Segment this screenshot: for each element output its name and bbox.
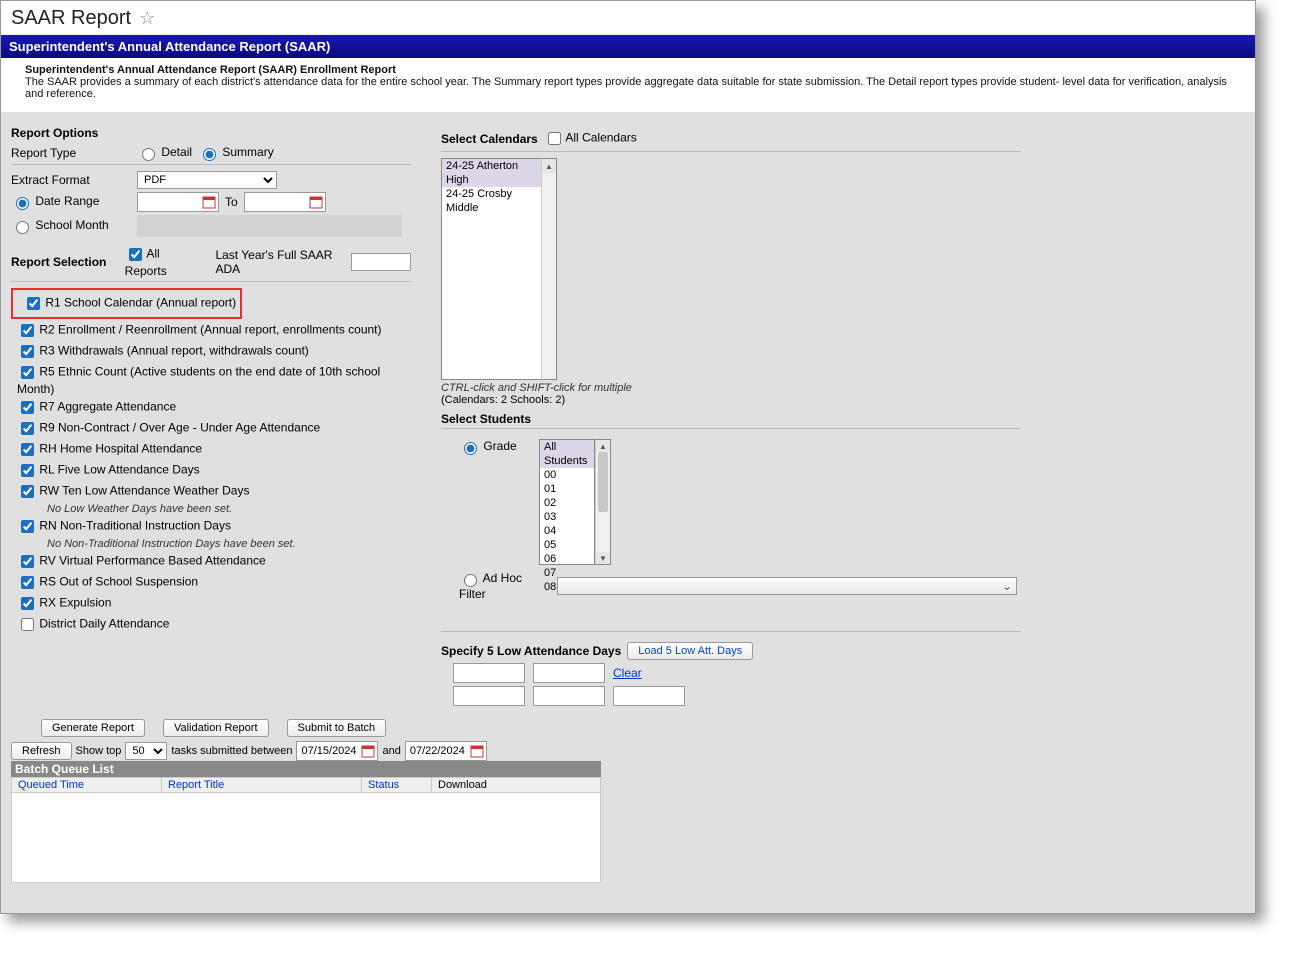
and-label: and: [382, 745, 400, 757]
last-year-ada-field[interactable]: [351, 253, 411, 271]
page-title: SAAR Report: [11, 7, 131, 30]
grade-scrollbar[interactable]: ▲ ▼: [595, 439, 611, 565]
load-low-days-button[interactable]: Load 5 Low Att. Days: [627, 642, 753, 660]
last-year-ada-label: Last Year's Full SAAR ADA: [215, 248, 345, 276]
rw-checkbox[interactable]: RW Ten Low Attendance Weather Days: [17, 482, 411, 501]
rn-checkbox[interactable]: RN Non-Traditional Instruction Days: [17, 517, 411, 536]
grade-listbox[interactable]: All Students 00 01 02 03 04 05 06 07 08: [539, 439, 595, 565]
grade-opt-all[interactable]: All Students: [540, 440, 594, 468]
clear-link[interactable]: Clear: [613, 666, 642, 680]
grade-radio[interactable]: Grade: [441, 439, 533, 455]
date-to[interactable]: [244, 192, 326, 212]
rh-checkbox[interactable]: RH Home Hospital Attendance: [17, 440, 411, 459]
school-month-field: [137, 215, 402, 237]
report-selection-label: Report Selection: [11, 255, 119, 269]
district-daily-checkbox[interactable]: District Daily Attendance: [17, 615, 411, 634]
description-heading: Superintendent's Annual Attendance Repor…: [25, 64, 1235, 76]
rx-checkbox[interactable]: RX Expulsion: [17, 594, 411, 613]
to-label: To: [225, 195, 238, 209]
col-status[interactable]: Status: [362, 778, 432, 793]
school-month-radio[interactable]: School Month: [11, 218, 131, 234]
specify-low-days-label: Specify 5 Low Attendance Days: [441, 644, 621, 658]
refresh-button[interactable]: Refresh: [11, 742, 72, 760]
date-range-radio[interactable]: Date Range: [11, 194, 131, 210]
rl-checkbox[interactable]: RL Five Low Attendance Days: [17, 461, 411, 480]
show-top-label: Show top: [76, 745, 122, 757]
col-download: Download: [432, 778, 601, 793]
adhoc-radio[interactable]: Ad Hoc Filter: [441, 571, 551, 601]
calendar-scrollbar[interactable]: ▲: [541, 158, 557, 380]
adhoc-select[interactable]: ⌄: [557, 577, 1017, 595]
r1-highlight: R1 School Calendar (Annual report): [11, 288, 242, 319]
validation-report-button[interactable]: Validation Report: [163, 719, 269, 737]
table-row: [12, 793, 601, 883]
r3-checkbox[interactable]: R3 Withdrawals (Annual report, withdrawa…: [17, 342, 411, 361]
calendar-count: (Calendars: 2 Schools: 2): [441, 394, 1245, 406]
col-queued-time[interactable]: Queued Time: [12, 778, 162, 793]
scroll-up-icon[interactable]: ▲: [542, 159, 556, 173]
r5-checkbox[interactable]: R5 Ethnic Count (Active students on the …: [17, 363, 411, 396]
r9-checkbox[interactable]: R9 Non-Contract / Over Age - Under Age A…: [17, 419, 411, 438]
extract-format-select[interactable]: PDF: [137, 171, 277, 189]
batch-queue-table: Queued Time Report Title Status Download: [11, 777, 601, 883]
calendar-hint: CTRL-click and SHIFT-click for multiple: [441, 382, 1245, 394]
rw-note: No Low Weather Days have been set.: [47, 503, 411, 515]
low-day-2[interactable]: [533, 663, 605, 683]
report-checklist: R1 School Calendar (Annual report) R2 En…: [11, 288, 411, 634]
scroll-down-icon[interactable]: ▼: [596, 552, 610, 564]
r2-checkbox[interactable]: R2 Enrollment / Reenrollment (Annual rep…: [17, 321, 411, 340]
date-from[interactable]: [137, 192, 219, 212]
low-day-1[interactable]: [453, 663, 525, 683]
select-students-label: Select Students: [441, 412, 1245, 426]
report-type-detail[interactable]: Detail: [137, 145, 192, 161]
favorite-star-icon[interactable]: ☆: [139, 8, 155, 29]
low-day-4[interactable]: [533, 686, 605, 706]
report-type-summary[interactable]: Summary: [198, 145, 274, 161]
all-reports-checkbox[interactable]: All Reports: [125, 245, 197, 278]
select-calendars-label: Select Calendars: [441, 132, 538, 146]
calendar-icon[interactable]: [309, 195, 323, 209]
rv-checkbox[interactable]: RV Virtual Performance Based Attendance: [17, 552, 411, 571]
calendar-icon[interactable]: [361, 744, 375, 758]
col-report-title[interactable]: Report Title: [162, 778, 362, 793]
scroll-up-icon[interactable]: ▲: [596, 440, 610, 452]
all-calendars-checkbox[interactable]: All Calendars: [544, 129, 637, 148]
rn-note: No Non-Traditional Instruction Days have…: [47, 538, 411, 550]
batch-date-from[interactable]: [296, 741, 378, 761]
description-body: The SAAR provides a summary of each dist…: [25, 76, 1235, 100]
title-bar: SAAR Report ☆: [1, 1, 1255, 35]
low-day-3[interactable]: [453, 686, 525, 706]
batch-date-to[interactable]: [405, 741, 487, 761]
show-top-select[interactable]: 50: [125, 742, 167, 760]
submit-to-batch-button[interactable]: Submit to Batch: [287, 719, 387, 737]
chevron-down-icon: ⌄: [1002, 579, 1012, 593]
rs-checkbox[interactable]: RS Out of School Suspension: [17, 573, 411, 592]
generate-report-button[interactable]: Generate Report: [41, 719, 145, 737]
calendar-opt-0[interactable]: 24-25 Atherton High: [442, 159, 541, 187]
low-day-5[interactable]: [613, 686, 685, 706]
r1-checkbox[interactable]: R1 School Calendar (Annual report): [23, 294, 236, 313]
report-type-label: Report Type: [11, 146, 131, 160]
tasks-between-label: tasks submitted between: [171, 745, 292, 757]
report-options-heading: Report Options: [11, 126, 411, 142]
description-panel: Superintendent's Annual Attendance Repor…: [1, 58, 1255, 112]
calendar-opt-1[interactable]: 24-25 Crosby Middle: [442, 187, 541, 215]
extract-format-label: Extract Format: [11, 173, 131, 187]
subtitle-bar: Superintendent's Annual Attendance Repor…: [1, 35, 1255, 58]
batch-queue-heading: Batch Queue List: [11, 761, 601, 777]
calendar-icon[interactable]: [470, 744, 484, 758]
calendar-listbox[interactable]: 24-25 Atherton High 24-25 Crosby Middle: [441, 158, 541, 380]
r7-checkbox[interactable]: R7 Aggregate Attendance: [17, 398, 411, 417]
calendar-icon[interactable]: [202, 195, 216, 209]
